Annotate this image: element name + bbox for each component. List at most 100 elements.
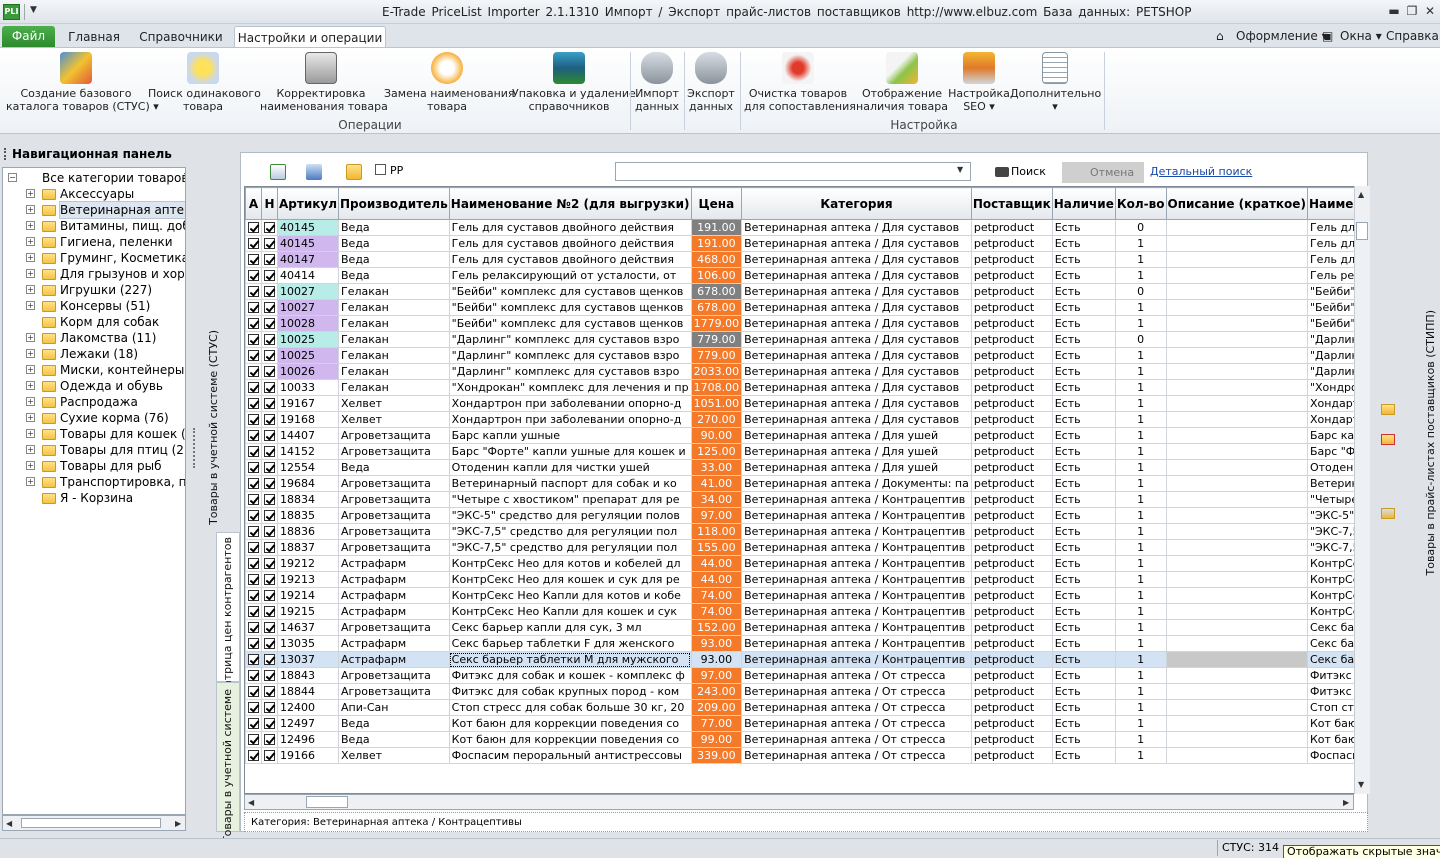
check-icon[interactable]	[264, 286, 275, 297]
check-icon[interactable]	[264, 670, 275, 681]
column-header[interactable]: Кол-во	[1114, 187, 1167, 220]
quantity-cell[interactable]: 1	[1114, 715, 1167, 732]
name-cell[interactable]: "Дарлинг" комплекс для суставов взро	[448, 347, 692, 364]
active-checkbox-cell[interactable]	[245, 635, 262, 652]
name-cell[interactable]: "ЭКС-7,5" средство для регуляции пол	[448, 539, 692, 556]
availability-cell[interactable]: Есть	[1051, 331, 1116, 348]
expand-icon[interactable]: +	[26, 365, 35, 374]
description-cell[interactable]	[1165, 283, 1308, 300]
table-row[interactable]: 12497 Веда Кот баюн для коррекции поведени…	[245, 715, 1369, 732]
article-cell[interactable]: 13037	[277, 651, 339, 668]
check-icon[interactable]	[248, 382, 259, 393]
name-cell[interactable]: КонтрСекс Нео Капли для котов и кобе	[448, 587, 692, 604]
available-checkbox-cell[interactable]	[261, 587, 278, 604]
find-same-product-button[interactable]: Поиск одинакового товара	[148, 52, 261, 122]
availability-cell[interactable]: Есть	[1051, 667, 1116, 684]
supplier-cell[interactable]: petproduct	[970, 571, 1053, 588]
description-cell[interactable]	[1165, 731, 1308, 748]
manufacturer-cell[interactable]: Хелвет	[338, 747, 450, 764]
check-icon[interactable]	[248, 558, 259, 569]
table-row[interactable]: 18836 Агровет​защита "ЭКС-7,5" средство дл…	[245, 523, 1369, 540]
available-checkbox-cell[interactable]	[261, 443, 278, 460]
category-cell[interactable]: Ветеринарная аптека / От стресса	[741, 699, 972, 716]
description-cell[interactable]	[1165, 411, 1308, 428]
active-checkbox-cell[interactable]	[245, 587, 262, 604]
manufacturer-cell[interactable]: Астрафарм	[338, 587, 450, 604]
price-cell[interactable]: 270.00	[690, 411, 743, 428]
manufacturer-cell[interactable]: Агровет​защита	[338, 619, 450, 636]
expand-icon[interactable]: +	[26, 269, 35, 278]
price-cell[interactable]: 44.00	[690, 555, 743, 572]
article-cell[interactable]: 12497	[277, 715, 339, 732]
availability-cell[interactable]: Есть	[1051, 347, 1116, 364]
manufacturer-cell[interactable]: Агровет​защита	[338, 475, 450, 492]
price-cell[interactable]: 339.00	[690, 747, 743, 764]
quick-access-dropdown-icon[interactable]: ▼	[30, 5, 37, 15]
availability-cell[interactable]: Есть	[1051, 619, 1116, 636]
table-row[interactable]: 14152 Агровет​защита Барс "Форте" капли уш…	[245, 443, 1369, 460]
article-cell[interactable]: 19215	[277, 603, 339, 620]
category-cell[interactable]: Ветеринарная аптека / Для суставов	[741, 395, 972, 412]
available-checkbox-cell[interactable]	[261, 491, 278, 508]
description-cell[interactable]	[1165, 395, 1308, 412]
table-row[interactable]: 19167 Хелвет Хондартрон при заболевании оп…	[245, 395, 1369, 412]
check-icon[interactable]	[248, 718, 259, 729]
active-checkbox-cell[interactable]	[245, 411, 262, 428]
article-cell[interactable]: 12554	[277, 459, 339, 476]
category-cell[interactable]: Ветеринарная аптека / Для суставов	[741, 411, 972, 428]
export-excel-icon[interactable]	[270, 164, 286, 180]
description-cell[interactable]	[1165, 315, 1308, 332]
check-icon[interactable]	[264, 334, 275, 345]
article-cell[interactable]: 19213	[277, 571, 339, 588]
expand-icon[interactable]: +	[26, 333, 35, 342]
category-cell[interactable]: Ветеринарная аптека / Для ушей	[741, 443, 972, 460]
article-cell[interactable]: 18836	[277, 523, 339, 540]
export-data-button[interactable]: Экспорт данных	[686, 52, 736, 122]
check-icon[interactable]	[264, 238, 275, 249]
name-cell[interactable]: Секс барьер таблетки F для женского	[448, 635, 692, 652]
description-cell[interactable]	[1165, 507, 1308, 524]
manufacturer-cell[interactable]: Агровет​защита	[338, 491, 450, 508]
check-icon[interactable]	[248, 750, 259, 761]
active-checkbox-cell[interactable]	[245, 539, 262, 556]
manufacturer-cell[interactable]: Веда	[338, 235, 450, 252]
expand-icon[interactable]: +	[26, 205, 35, 214]
quantity-cell[interactable]: 1	[1114, 523, 1167, 540]
available-checkbox-cell[interactable]	[261, 235, 278, 252]
supplier-cell[interactable]: petproduct	[970, 635, 1053, 652]
category-cell[interactable]: Ветеринарная аптека / От стресса	[741, 683, 972, 700]
manufacturer-cell[interactable]: Агровет​защита	[338, 539, 450, 556]
article-cell[interactable]: 10027	[277, 299, 339, 316]
name-cell[interactable]: Барс капли ушные	[448, 427, 692, 444]
open-folder-icon[interactable]	[346, 164, 362, 180]
check-icon[interactable]	[264, 510, 275, 521]
check-icon[interactable]	[264, 638, 275, 649]
column-header[interactable]: Производитель	[338, 187, 450, 220]
check-icon[interactable]	[248, 270, 259, 281]
available-checkbox-cell[interactable]	[261, 331, 278, 348]
supplier-cell[interactable]: petproduct	[970, 411, 1053, 428]
availability-cell[interactable]: Есть	[1051, 507, 1116, 524]
check-icon[interactable]	[264, 398, 275, 409]
check-icon[interactable]	[248, 590, 259, 601]
supplier-cell[interactable]: petproduct	[970, 747, 1053, 764]
check-icon[interactable]	[264, 574, 275, 585]
description-cell[interactable]	[1165, 491, 1308, 508]
category-cell[interactable]: Ветеринарная аптека / Контрацептив	[741, 603, 972, 620]
price-cell[interactable]: 90.00	[690, 427, 743, 444]
quantity-cell[interactable]: 1	[1114, 699, 1167, 716]
availability-cell[interactable]: Есть	[1051, 699, 1116, 716]
description-cell[interactable]	[1165, 715, 1308, 732]
supplier-cell[interactable]: petproduct	[970, 315, 1053, 332]
supplier-cell[interactable]: petproduct	[970, 331, 1053, 348]
table-row[interactable]: 18835 Агровет​защита "ЭКС-5" средство для …	[245, 507, 1369, 524]
name-cell[interactable]: Гель для суставов двойного действия	[448, 219, 692, 236]
quantity-cell[interactable]: 1	[1114, 539, 1167, 556]
active-checkbox-cell[interactable]	[245, 299, 262, 316]
available-checkbox-cell[interactable]	[261, 315, 278, 332]
article-cell[interactable]: 10025	[277, 331, 339, 348]
article-cell[interactable]: 10028	[277, 315, 339, 332]
availability-cell[interactable]: Есть	[1051, 411, 1116, 428]
name-cell[interactable]: КонтрСекс Нео Капли для кошек и сук	[448, 603, 692, 620]
quantity-cell[interactable]: 1	[1114, 491, 1167, 508]
